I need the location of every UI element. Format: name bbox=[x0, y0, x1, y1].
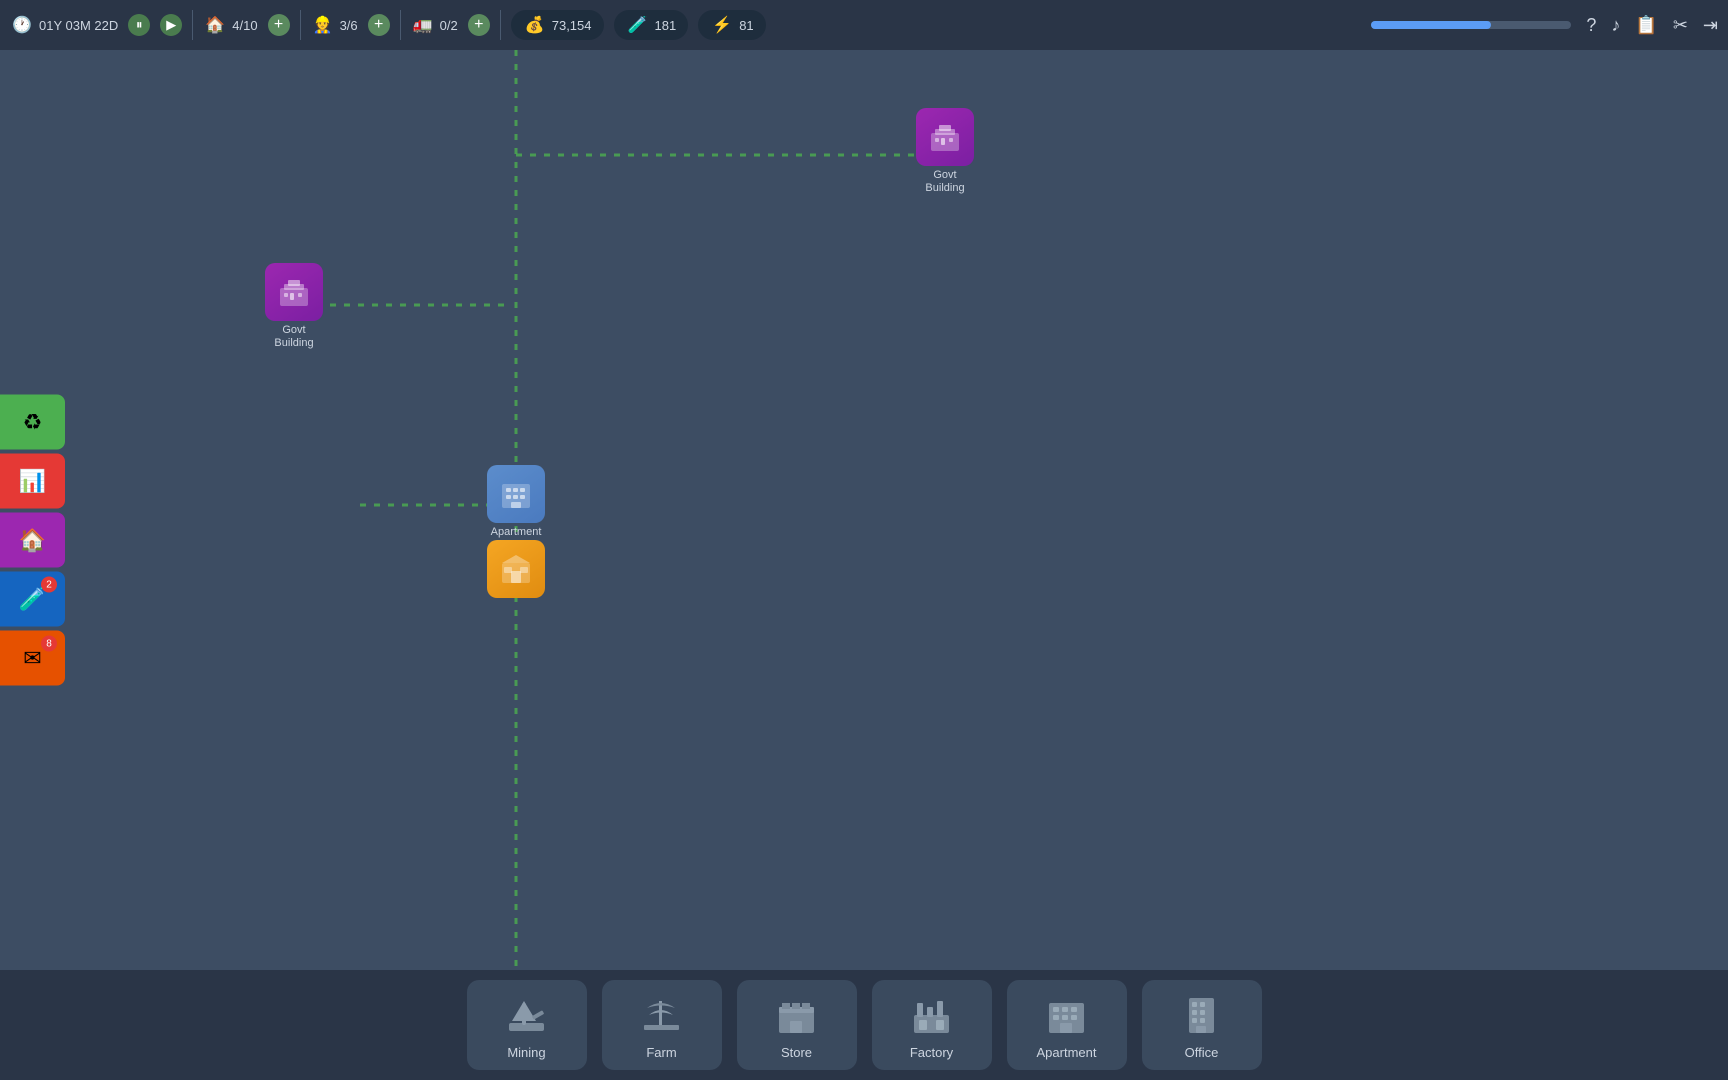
trucks-value: 0/2 bbox=[440, 18, 458, 33]
divider-1 bbox=[192, 10, 193, 40]
factory-icon bbox=[907, 990, 957, 1040]
music-button[interactable]: ♪ bbox=[1611, 15, 1620, 36]
build-mining[interactable]: Mining bbox=[467, 980, 587, 1070]
money-icon: 💰 bbox=[523, 13, 547, 37]
science-badge: 2 bbox=[41, 577, 57, 593]
mining-label: Mining bbox=[507, 1045, 545, 1060]
govt1-label: GovtBuilding bbox=[925, 169, 964, 195]
progress-fill bbox=[1371, 21, 1491, 29]
sidebar-tab-science[interactable]: 🧪 2 bbox=[0, 572, 65, 627]
sidebar-tab-mail[interactable]: ✉ 8 bbox=[0, 631, 65, 686]
govt-building-icon bbox=[927, 119, 963, 155]
play-button[interactable]: ▶ bbox=[160, 14, 182, 36]
sidebar-tab-stats[interactable]: 📊 bbox=[0, 454, 65, 509]
stats-icon: 📊 bbox=[19, 468, 46, 494]
govt1-box bbox=[916, 108, 974, 166]
truck-icon: 🚛 bbox=[411, 13, 435, 37]
store-bottom-icon bbox=[772, 990, 822, 1040]
map-svg bbox=[0, 50, 1728, 970]
office-label: Office bbox=[1185, 1045, 1219, 1060]
build-apartment[interactable]: Apartment bbox=[1007, 980, 1127, 1070]
build-farm[interactable]: Farm bbox=[602, 980, 722, 1070]
add-house-button[interactable]: + bbox=[268, 14, 290, 36]
apartment1-label: Apartment bbox=[491, 526, 542, 539]
store-label: Store bbox=[781, 1045, 812, 1060]
farm-label: Farm bbox=[646, 1045, 676, 1060]
sidebar-tab-housing[interactable]: 🏠 bbox=[0, 513, 65, 568]
money-value: 73,154 bbox=[552, 18, 592, 33]
farm-icon bbox=[637, 990, 687, 1040]
building-store1[interactable] bbox=[487, 540, 545, 598]
money-display: 💰 73,154 bbox=[511, 10, 604, 40]
divider-2 bbox=[300, 10, 301, 40]
energy-icon: ⚡ bbox=[710, 13, 734, 37]
logout-button[interactable]: ⇥ bbox=[1703, 15, 1718, 36]
science-display: 🧪 181 bbox=[614, 10, 689, 40]
top-right-toolbar: ? ♪ 📋 ✂ ⇥ bbox=[1371, 15, 1718, 36]
govt-building2-icon bbox=[276, 274, 312, 310]
building-apartment1[interactable]: Apartment bbox=[487, 465, 545, 539]
worker-icon: 👷 bbox=[311, 13, 335, 37]
add-truck-button[interactable]: + bbox=[468, 14, 490, 36]
science-value: 181 bbox=[655, 18, 677, 33]
help-button[interactable]: ? bbox=[1586, 15, 1596, 36]
factory-label: Factory bbox=[910, 1045, 953, 1060]
apartment-icon bbox=[498, 476, 534, 512]
office-icon bbox=[1177, 990, 1227, 1040]
game-map[interactable]: GovtBuilding GovtBuilding bbox=[0, 50, 1728, 970]
mail-badge: 8 bbox=[41, 636, 57, 652]
apartment-label: Apartment bbox=[1037, 1045, 1097, 1060]
build-store[interactable]: Store bbox=[737, 980, 857, 1070]
energy-value: 81 bbox=[739, 18, 753, 33]
time-display: 🕐 01Y 03M 22D bbox=[10, 13, 118, 37]
top-bar: 🕐 01Y 03M 22D ⏸ ▶ 🏠 4/10 + 👷 3/6 + 🚛 0/2… bbox=[0, 0, 1728, 50]
houses-value: 4/10 bbox=[232, 18, 257, 33]
refresh-icon: ♻ bbox=[23, 409, 43, 435]
screenshot-button[interactable]: 📋 bbox=[1635, 15, 1657, 36]
clock-icon: 🕐 bbox=[10, 13, 34, 37]
govt2-box bbox=[265, 263, 323, 321]
workers-value: 3/6 bbox=[340, 18, 358, 33]
progress-bar bbox=[1371, 21, 1571, 29]
store1-box bbox=[487, 540, 545, 598]
bottom-bar: Mining Farm Store bbox=[0, 970, 1728, 1080]
building-govt2[interactable]: GovtBuilding bbox=[265, 263, 323, 350]
divider-4 bbox=[500, 10, 501, 40]
apartment-bottom-icon bbox=[1042, 990, 1092, 1040]
govt2-label: GovtBuilding bbox=[274, 324, 313, 350]
build-factory[interactable]: Factory bbox=[872, 980, 992, 1070]
housing-icon: 🏠 bbox=[19, 527, 46, 553]
houses-counter: 🏠 4/10 bbox=[203, 13, 257, 37]
store-icon bbox=[498, 551, 534, 587]
build-office[interactable]: Office bbox=[1142, 980, 1262, 1070]
pause-button[interactable]: ⏸ bbox=[128, 14, 150, 36]
house-icon: 🏠 bbox=[203, 13, 227, 37]
mail-icon: ✉ bbox=[23, 645, 41, 671]
sidebar-left: ♻ 📊 🏠 🧪 2 ✉ 8 bbox=[0, 395, 65, 686]
time-value: 01Y 03M 22D bbox=[39, 18, 118, 33]
add-worker-button[interactable]: + bbox=[368, 14, 390, 36]
scissors-button[interactable]: ✂ bbox=[1673, 15, 1688, 36]
apartment1-box bbox=[487, 465, 545, 523]
sidebar-tab-refresh[interactable]: ♻ bbox=[0, 395, 65, 450]
divider-3 bbox=[400, 10, 401, 40]
building-govt1[interactable]: GovtBuilding bbox=[916, 108, 974, 195]
trucks-counter: 🚛 0/2 bbox=[411, 13, 458, 37]
science-icon: 🧪 bbox=[626, 13, 650, 37]
energy-display: ⚡ 81 bbox=[698, 10, 765, 40]
mining-icon bbox=[502, 990, 552, 1040]
science-tab-icon: 🧪 bbox=[19, 586, 46, 612]
workers-counter: 👷 3/6 bbox=[311, 13, 358, 37]
